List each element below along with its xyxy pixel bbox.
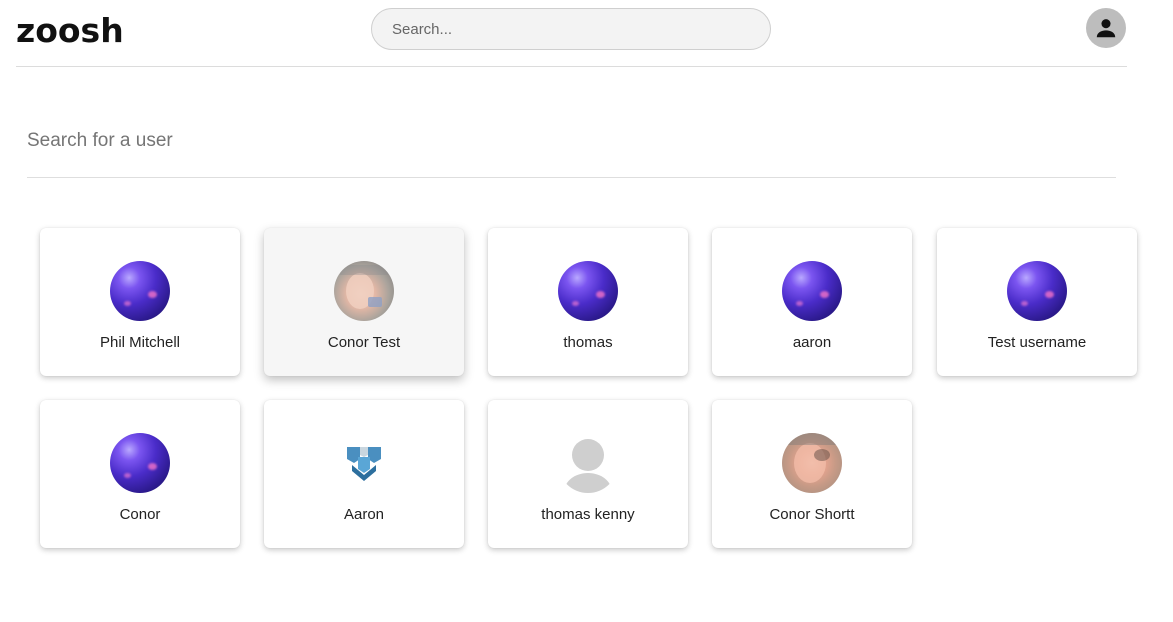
user-card[interactable]: aaron [712, 228, 912, 376]
user-card[interactable]: Conor Shortt [712, 400, 912, 548]
user-card[interactable]: Conor Test [264, 228, 464, 376]
user-name: thomas [563, 334, 613, 351]
user-name: Conor [119, 506, 161, 523]
user-name: Test username [987, 334, 1087, 351]
user-name: Phil Mitchell [99, 334, 181, 351]
user-avatar [334, 261, 394, 321]
user-name: Aaron [343, 506, 385, 523]
account-button[interactable] [1086, 8, 1126, 48]
user-card[interactable]: Phil Mitchell [40, 228, 240, 376]
cube-logo-icon [347, 447, 381, 481]
user-card[interactable]: Conor [40, 400, 240, 548]
user-name: aaron [792, 334, 832, 351]
default-person-icon [564, 439, 612, 493]
account-circle-icon [1096, 19, 1116, 38]
photo-avatar-image [340, 265, 388, 309]
user-card[interactable]: thomas kenny [488, 400, 688, 548]
photo-avatar-image [782, 433, 842, 483]
user-card[interactable]: thomas [488, 228, 688, 376]
app-header: zoosh [0, 0, 1173, 67]
user-name: Conor Shortt [769, 506, 855, 523]
user-avatar [558, 433, 618, 493]
user-avatar [558, 261, 618, 321]
user-avatar [1007, 261, 1067, 321]
app-logo[interactable]: zoosh [16, 10, 124, 52]
user-name: thomas kenny [541, 506, 635, 523]
user-avatar [334, 433, 394, 493]
header-search-input[interactable] [371, 8, 771, 50]
user-card[interactable]: Aaron [264, 400, 464, 548]
user-card[interactable]: Test username [937, 228, 1137, 376]
user-avatar [782, 261, 842, 321]
user-avatar [110, 433, 170, 493]
header-divider [16, 66, 1127, 67]
user-search-input[interactable] [27, 118, 1116, 178]
user-avatar [782, 433, 842, 493]
user-name: Conor Test [327, 334, 401, 351]
user-avatar [110, 261, 170, 321]
